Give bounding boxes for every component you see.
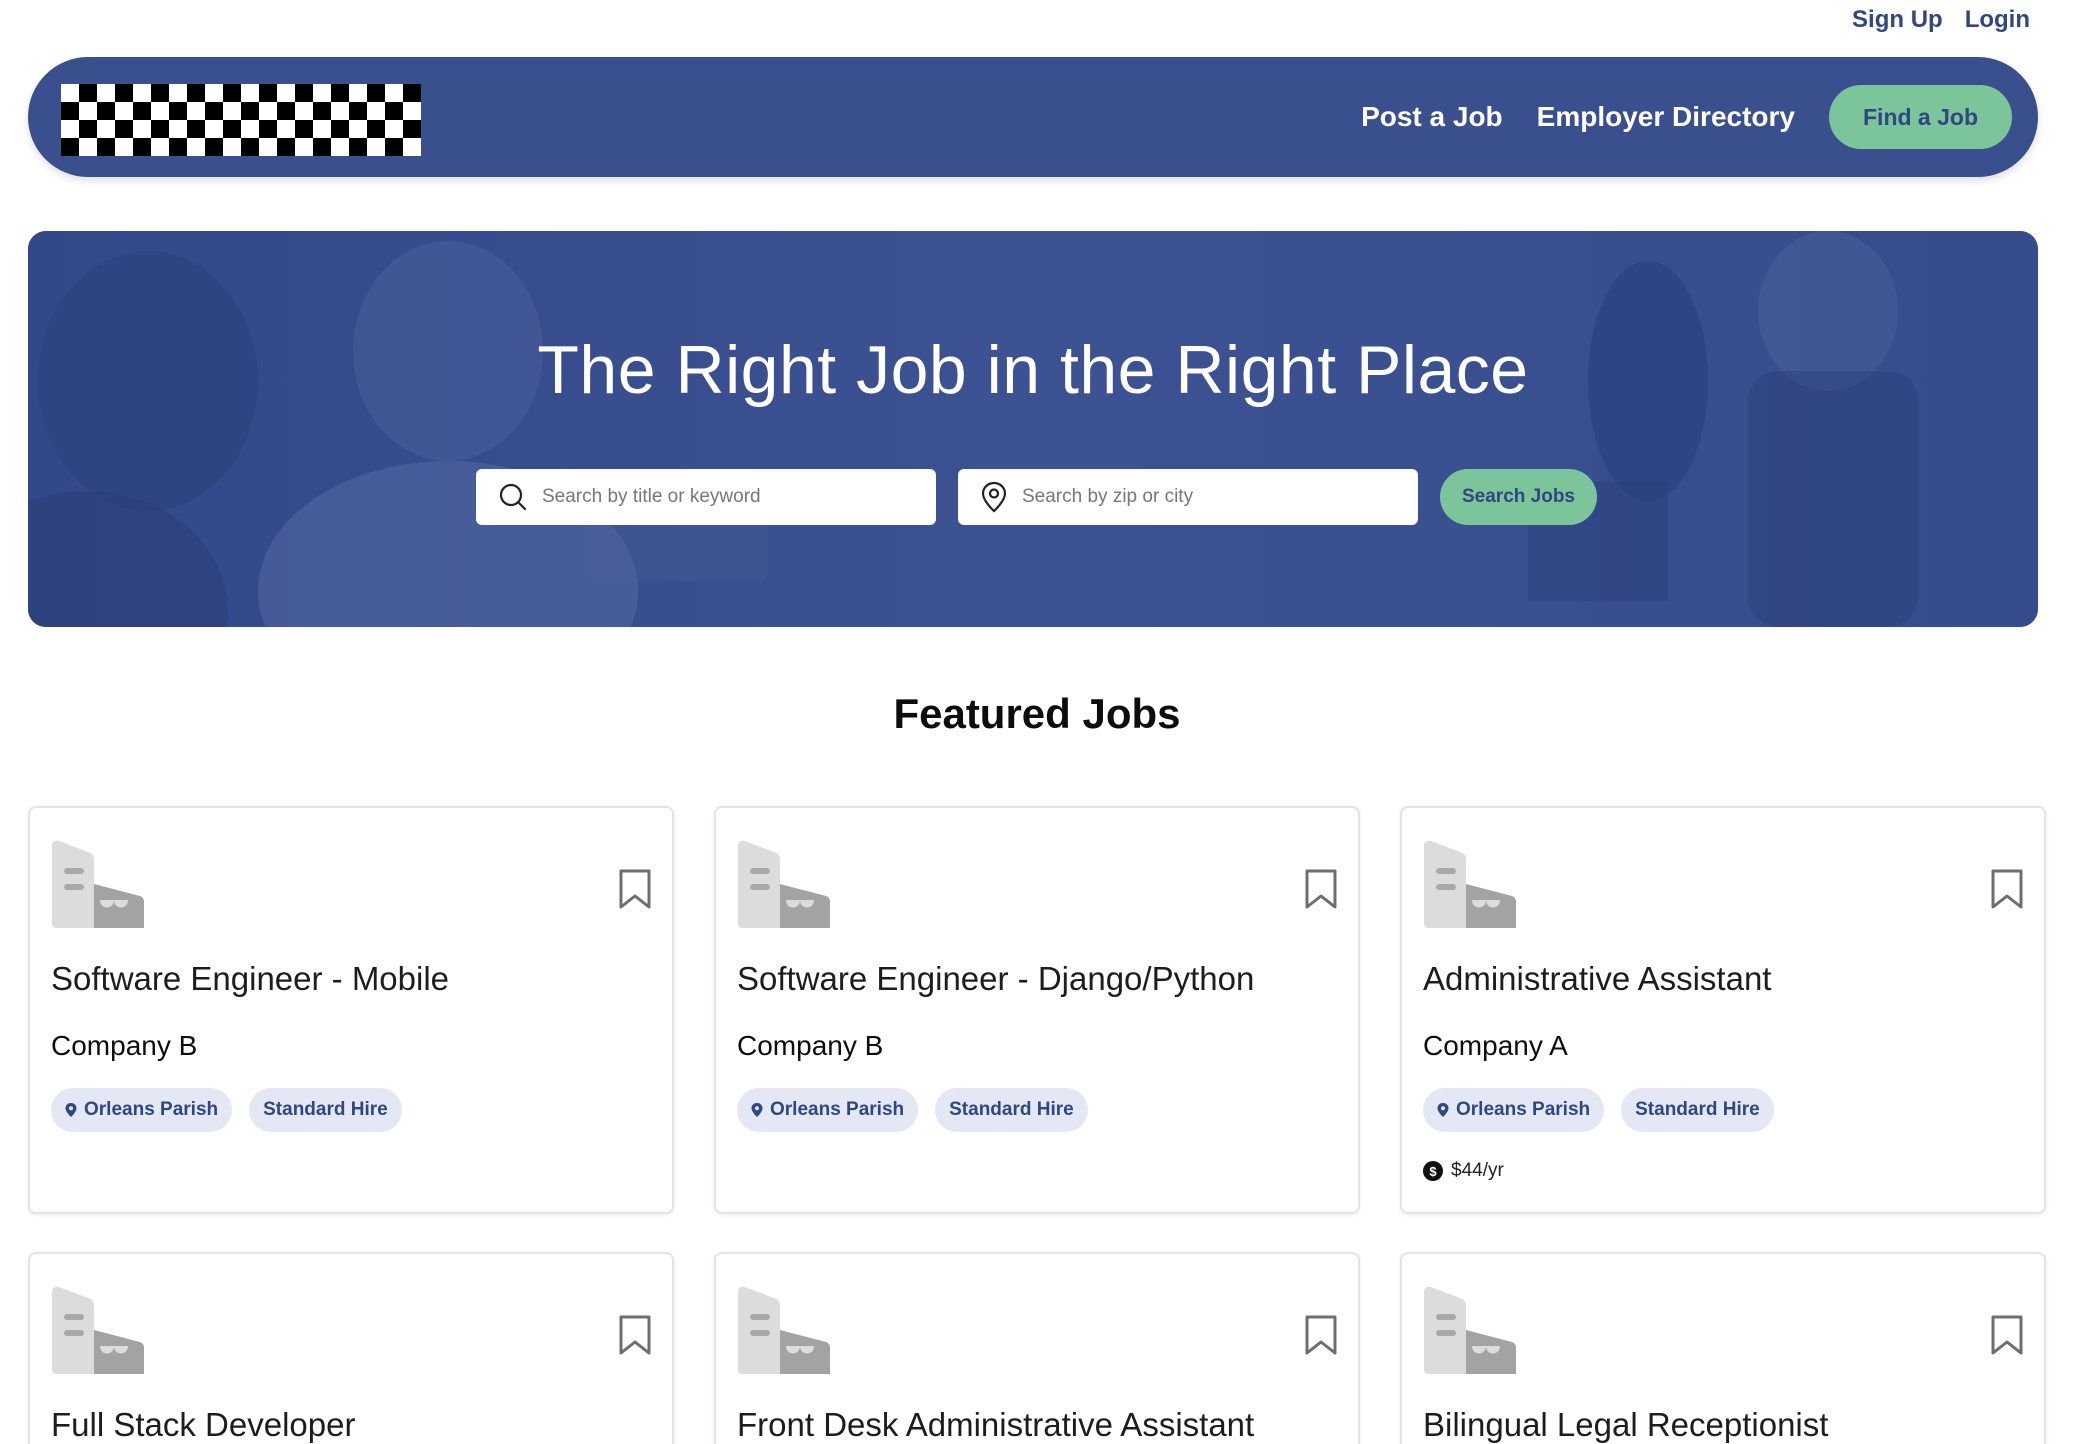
keyword-search-box — [476, 469, 936, 525]
location-text: Orleans Parish — [84, 1099, 219, 1120]
location-search-box — [958, 469, 1418, 525]
find-job-button[interactable]: Find a Job — [1829, 85, 2012, 149]
location-tag: Orleans Parish — [1423, 1088, 1605, 1132]
login-link[interactable]: Login — [1965, 6, 2030, 34]
nav-links: Post a Job Employer Directory Find a Job — [1361, 85, 2012, 149]
search-icon — [499, 483, 527, 511]
hero-title: The Right Job in the Right Place — [537, 332, 1529, 408]
keyword-search-input[interactable] — [542, 486, 902, 508]
job-card[interactable]: Administrative Assistant Company A Orlea… — [1400, 806, 2046, 1214]
main-navbar: Post a Job Employer Directory Find a Job — [28, 57, 2038, 177]
featured-jobs-heading: Featured Jobs — [893, 690, 1181, 737]
job-title[interactable]: Software Engineer - Mobile — [51, 960, 449, 998]
bookmark-icon[interactable] — [618, 868, 652, 910]
job-card[interactable]: Front Desk Administrative Assistant — [714, 1252, 1360, 1444]
map-pin-icon — [751, 1103, 763, 1117]
company-building-icon — [1424, 840, 1516, 928]
company-building-icon — [1424, 1286, 1516, 1374]
job-card[interactable]: Software Engineer - Mobile Company B Orl… — [28, 806, 674, 1214]
post-job-link[interactable]: Post a Job — [1361, 101, 1503, 133]
employer-directory-link[interactable]: Employer Directory — [1537, 101, 1795, 133]
company-name: Company A — [1423, 1030, 1568, 1061]
job-title[interactable]: Full Stack Developer — [51, 1406, 355, 1444]
hire-type-tag: Standard Hire — [935, 1088, 1088, 1132]
dollar-icon: $ — [1423, 1161, 1443, 1181]
hire-type-tag: Standard Hire — [249, 1088, 402, 1132]
company-building-icon — [52, 1286, 144, 1374]
bookmark-icon[interactable] — [1990, 1314, 2024, 1356]
job-card[interactable]: Full Stack Developer — [28, 1252, 674, 1444]
top-utility-bar: Sign Up Login — [1852, 0, 2030, 40]
location-search-input[interactable] — [1022, 486, 1382, 508]
company-building-icon — [738, 840, 830, 928]
location-tag: Orleans Parish — [51, 1088, 233, 1132]
job-title[interactable]: Administrative Assistant — [1423, 960, 1771, 998]
job-tags: Orleans Parish Standard Hire — [1423, 1088, 1774, 1132]
bookmark-icon[interactable] — [1304, 868, 1338, 910]
company-building-icon — [738, 1286, 830, 1374]
salary: $ $44/yr — [1423, 1160, 1504, 1182]
search-jobs-button[interactable]: Search Jobs — [1440, 469, 1597, 525]
company-building-icon — [52, 840, 144, 928]
map-pin-icon — [65, 1103, 77, 1117]
job-card[interactable]: Bilingual Legal Receptionist — [1400, 1252, 2046, 1444]
location-pin-icon — [981, 481, 1007, 513]
hero-banner: The Right Job in the Right Place Search … — [28, 231, 2038, 627]
company-name: Company B — [51, 1030, 198, 1061]
location-text: Orleans Parish — [770, 1099, 905, 1120]
bookmark-icon[interactable] — [1990, 868, 2024, 910]
hero-background-image — [28, 231, 2038, 627]
job-tags: Orleans Parish Standard Hire — [51, 1088, 402, 1132]
salary-text: $44/yr — [1451, 1160, 1504, 1181]
company-name: Company B — [737, 1030, 884, 1061]
job-tags: Orleans Parish Standard Hire — [737, 1088, 1088, 1132]
job-card[interactable]: Software Engineer - Django/Python Compan… — [714, 806, 1360, 1214]
bookmark-icon[interactable] — [618, 1314, 652, 1356]
location-tag: Orleans Parish — [737, 1088, 919, 1132]
location-text: Orleans Parish — [1456, 1099, 1591, 1120]
job-title[interactable]: Bilingual Legal Receptionist — [1423, 1406, 1828, 1444]
signup-link[interactable]: Sign Up — [1852, 6, 1943, 34]
search-bar: Search Jobs — [476, 469, 1597, 525]
hire-type-tag: Standard Hire — [1621, 1088, 1774, 1132]
job-title[interactable]: Software Engineer - Django/Python — [737, 960, 1254, 998]
job-title[interactable]: Front Desk Administrative Assistant — [737, 1406, 1254, 1444]
bookmark-icon[interactable] — [1304, 1314, 1338, 1356]
map-pin-icon — [1437, 1103, 1449, 1117]
site-logo[interactable] — [61, 84, 421, 156]
